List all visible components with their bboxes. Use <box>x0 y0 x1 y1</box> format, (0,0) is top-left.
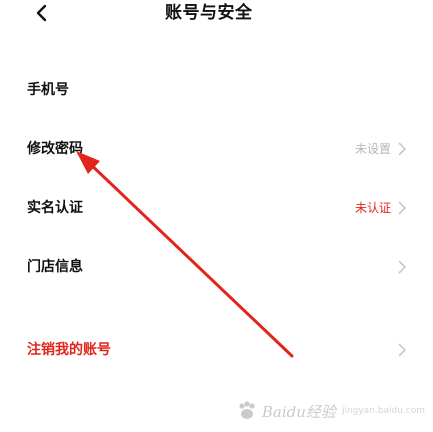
change-password-label: 修改密码 <box>27 141 83 157</box>
chevron-left-icon <box>36 4 47 22</box>
watermark-text: Baidu经验 <box>261 402 336 421</box>
chevron-right-icon <box>398 343 407 357</box>
chevron-right-icon <box>398 142 407 156</box>
settings-row-delete-account[interactable]: 注销我的账号 <box>0 328 433 372</box>
page-title: 账号与安全 <box>165 3 253 23</box>
store-info-label: 门店信息 <box>27 259 83 275</box>
back-button[interactable] <box>28 0 54 26</box>
settings-row-real-name-verification[interactable]: 实名认证 未认证 <box>0 186 433 230</box>
real-name-verification-label: 实名认证 <box>27 200 83 216</box>
paw-logo-icon <box>239 401 255 419</box>
watermark-subtext: jingyan.baidu.com <box>341 406 425 416</box>
password-status-value: 未设置 <box>354 142 391 156</box>
settings-row-change-password[interactable]: 修改密码 未设置 <box>0 127 433 171</box>
chevron-right-icon <box>398 260 407 274</box>
top-bar: 账号与安全 <box>0 0 433 30</box>
baidu-jingyan-watermark: Baidu经验 jingyan.baidu.com <box>236 394 425 428</box>
chevron-right-icon <box>398 201 407 215</box>
settings-row-store-info[interactable]: 门店信息 <box>0 245 433 289</box>
phone-label: 手机号 <box>27 82 69 98</box>
verification-status-value: 未认证 <box>354 201 391 215</box>
settings-row-phone[interactable]: 手机号 <box>0 68 433 112</box>
delete-account-label: 注销我的账号 <box>27 342 111 358</box>
